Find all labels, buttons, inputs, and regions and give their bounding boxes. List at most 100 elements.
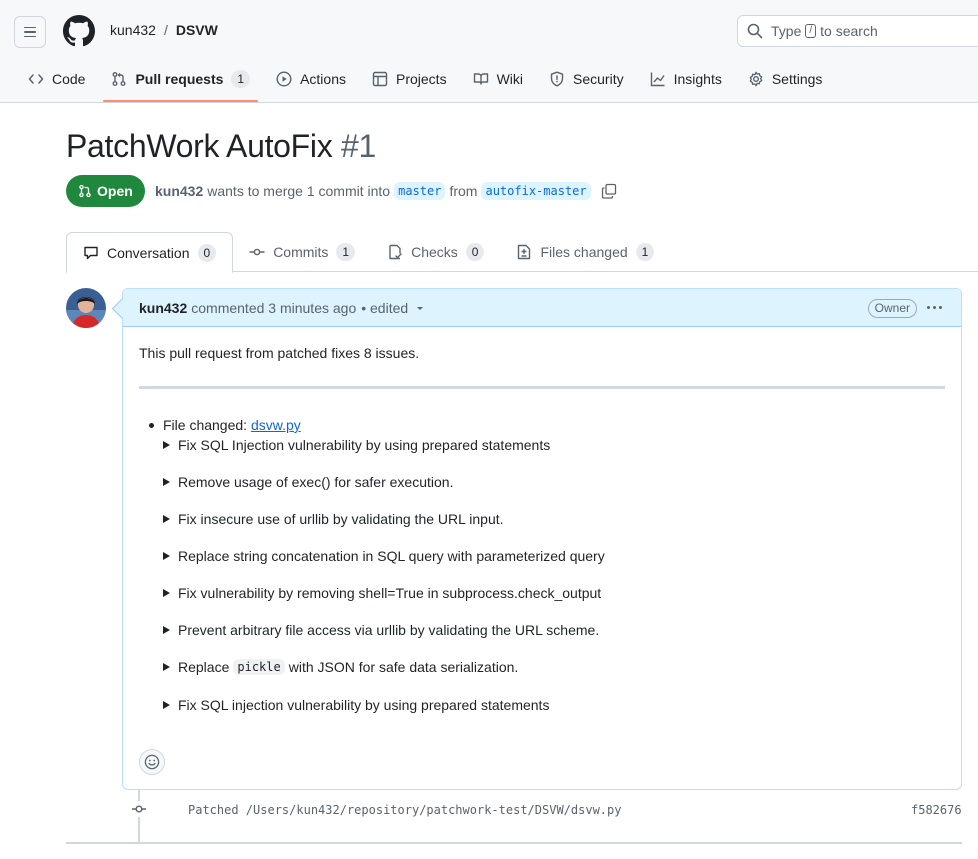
tab-actions[interactable]: Actions xyxy=(268,66,354,92)
fix-item-label: Replace string concatenation in SQL quer… xyxy=(178,548,605,564)
tab-files-changed[interactable]: Files changed 1 xyxy=(500,232,670,272)
commit-message-link[interactable]: Patched /Users/kun432/repository/patchwo… xyxy=(188,803,621,817)
edited-dropdown[interactable]: • edited xyxy=(361,300,425,316)
disclosure-triangle-icon xyxy=(163,589,170,597)
tab-label: Pull requests xyxy=(135,71,224,87)
status-badge: Open xyxy=(66,175,145,207)
divider xyxy=(139,386,945,389)
gear-icon xyxy=(749,71,763,87)
checklist-icon xyxy=(389,244,402,260)
disclosure-triangle-icon xyxy=(163,701,170,709)
fix-item-label: Replace xyxy=(178,659,230,675)
comment-icon xyxy=(84,246,98,259)
shield-icon xyxy=(550,71,564,87)
comment-intro: This pull request from patched fixes 8 i… xyxy=(139,345,420,361)
commit-icon xyxy=(131,801,147,817)
disclosure-triangle-icon xyxy=(163,626,170,634)
tab-count: 0 xyxy=(197,243,217,262)
tab-label: Projects xyxy=(396,71,447,87)
breadcrumb: kun432 / DSVW xyxy=(110,22,218,38)
tab-insights[interactable]: Insights xyxy=(642,66,730,92)
fix-item[interactable]: Remove usage of exec() for safer executi… xyxy=(163,474,453,490)
tab-projects[interactable]: Projects xyxy=(364,66,455,92)
menu-button[interactable] xyxy=(14,16,46,48)
search-input[interactable]: Type / to search xyxy=(737,15,978,47)
tab-count: 1 xyxy=(336,243,356,261)
tab-label: Security xyxy=(573,71,624,87)
kebab-menu-icon[interactable] xyxy=(927,306,942,309)
fix-item[interactable]: Replace pickle with JSON for safe data ser… xyxy=(163,659,518,675)
owner-badge: Owner xyxy=(867,299,917,318)
file-link[interactable]: dsvw.py xyxy=(251,417,301,433)
fix-item-label: Fix SQL injection vulnerability by using… xyxy=(178,697,550,713)
file-diff-icon xyxy=(518,244,531,260)
tab-label: Files changed xyxy=(540,244,628,260)
pr-tabs: Conversation 0 Commits 1 Checks 0 Files … xyxy=(66,232,978,273)
table-icon xyxy=(372,71,388,87)
comment-timestamp[interactable]: commented 3 minutes ago xyxy=(191,300,356,316)
tab-count: 0 xyxy=(465,243,485,261)
comment-author-link[interactable]: kun432 xyxy=(139,300,187,316)
tab-label: Checks xyxy=(411,244,458,260)
fix-item[interactable]: Fix SQL injection vulnerability by using… xyxy=(163,697,549,713)
tab-pull-requests[interactable]: Pull requests 1 xyxy=(103,66,258,102)
pr-author-link[interactable]: kun432 xyxy=(155,183,203,199)
fix-item-label: Fix SQL Injection vulnerability by using… xyxy=(178,437,551,453)
tab-label: Conversation xyxy=(107,244,190,261)
fix-item[interactable]: Fix insecure use of urllib by validating… xyxy=(163,511,504,527)
fix-item[interactable]: Fix vulnerability by removing shell=True… xyxy=(163,585,601,601)
pr-number: #1 xyxy=(341,128,377,164)
fix-item-label-rest: with JSON for safe data serialization. xyxy=(288,659,519,675)
fix-item[interactable]: Fix SQL Injection vulnerability by using… xyxy=(163,437,550,453)
pr-title-text: PatchWork AutoFix xyxy=(66,128,333,164)
status-label: Open xyxy=(97,183,133,199)
copy-icon[interactable] xyxy=(601,183,617,199)
tab-security[interactable]: Security xyxy=(541,66,632,92)
chevron-down-icon xyxy=(417,306,424,310)
code-icon xyxy=(28,74,44,84)
tab-checks[interactable]: Checks 0 xyxy=(371,232,500,272)
commit-sha-link[interactable]: f582676 xyxy=(911,803,962,817)
base-branch[interactable]: master xyxy=(394,182,446,200)
disclosure-triangle-icon xyxy=(163,478,170,486)
comment-header: kun432 commented 3 minutes ago • edited … xyxy=(123,289,961,327)
fix-item-label: Remove usage of exec() for safer executi… xyxy=(178,474,454,490)
disclosure-triangle-icon xyxy=(163,441,170,449)
fix-item-label: Fix insecure use of urllib by validating… xyxy=(178,511,504,527)
tab-conversation[interactable]: Conversation 0 xyxy=(66,232,234,273)
timeline-divider xyxy=(66,842,962,844)
tab-label: Actions xyxy=(300,71,346,87)
add-reaction-button[interactable] xyxy=(139,749,165,775)
fix-item-label: Fix vulnerability by removing shell=True… xyxy=(178,585,602,601)
fix-item[interactable]: Prevent arbitrary file access via urllib… xyxy=(163,622,599,638)
fix-item-label: Prevent arbitrary file access via urllib… xyxy=(178,622,600,638)
avatar[interactable] xyxy=(66,288,106,328)
github-logo-icon[interactable] xyxy=(63,15,95,47)
tab-label: Insights xyxy=(673,71,722,87)
repo-owner-link[interactable]: kun432 xyxy=(110,22,156,38)
tab-count: 1 xyxy=(635,243,655,261)
pull-request-icon xyxy=(112,72,126,86)
tab-settings[interactable]: Settings xyxy=(740,66,831,92)
search-prefix: Type xyxy=(771,23,802,39)
repo-name-link[interactable]: DSVW xyxy=(176,22,218,38)
merge-text: wants to merge 1 commit into xyxy=(207,183,391,199)
inline-code: pickle xyxy=(233,659,285,675)
tab-commits[interactable]: Commits 1 xyxy=(233,232,371,272)
smiley-icon xyxy=(144,754,160,770)
repo-nav: Code Pull requests 1 Actions Projects Wi… xyxy=(20,66,840,102)
page-title: PatchWork AutoFix #1 xyxy=(66,128,376,165)
tab-code[interactable]: Code xyxy=(20,66,93,92)
pr-count-badge: 1 xyxy=(231,70,251,88)
pull-request-icon xyxy=(79,184,91,198)
fix-item[interactable]: Replace string concatenation in SQL quer… xyxy=(163,548,605,564)
commit-icon xyxy=(249,248,265,256)
tab-wiki[interactable]: Wiki xyxy=(465,66,531,92)
breadcrumb-separator: / xyxy=(163,22,168,38)
search-icon xyxy=(747,23,763,39)
disclosure-triangle-icon xyxy=(163,515,170,523)
disclosure-triangle-icon xyxy=(163,663,170,671)
file-changed-label: File changed: xyxy=(163,417,248,433)
file-changed-line: File changed: dsvw.py xyxy=(149,417,301,433)
head-branch[interactable]: autofix-master xyxy=(481,182,591,200)
